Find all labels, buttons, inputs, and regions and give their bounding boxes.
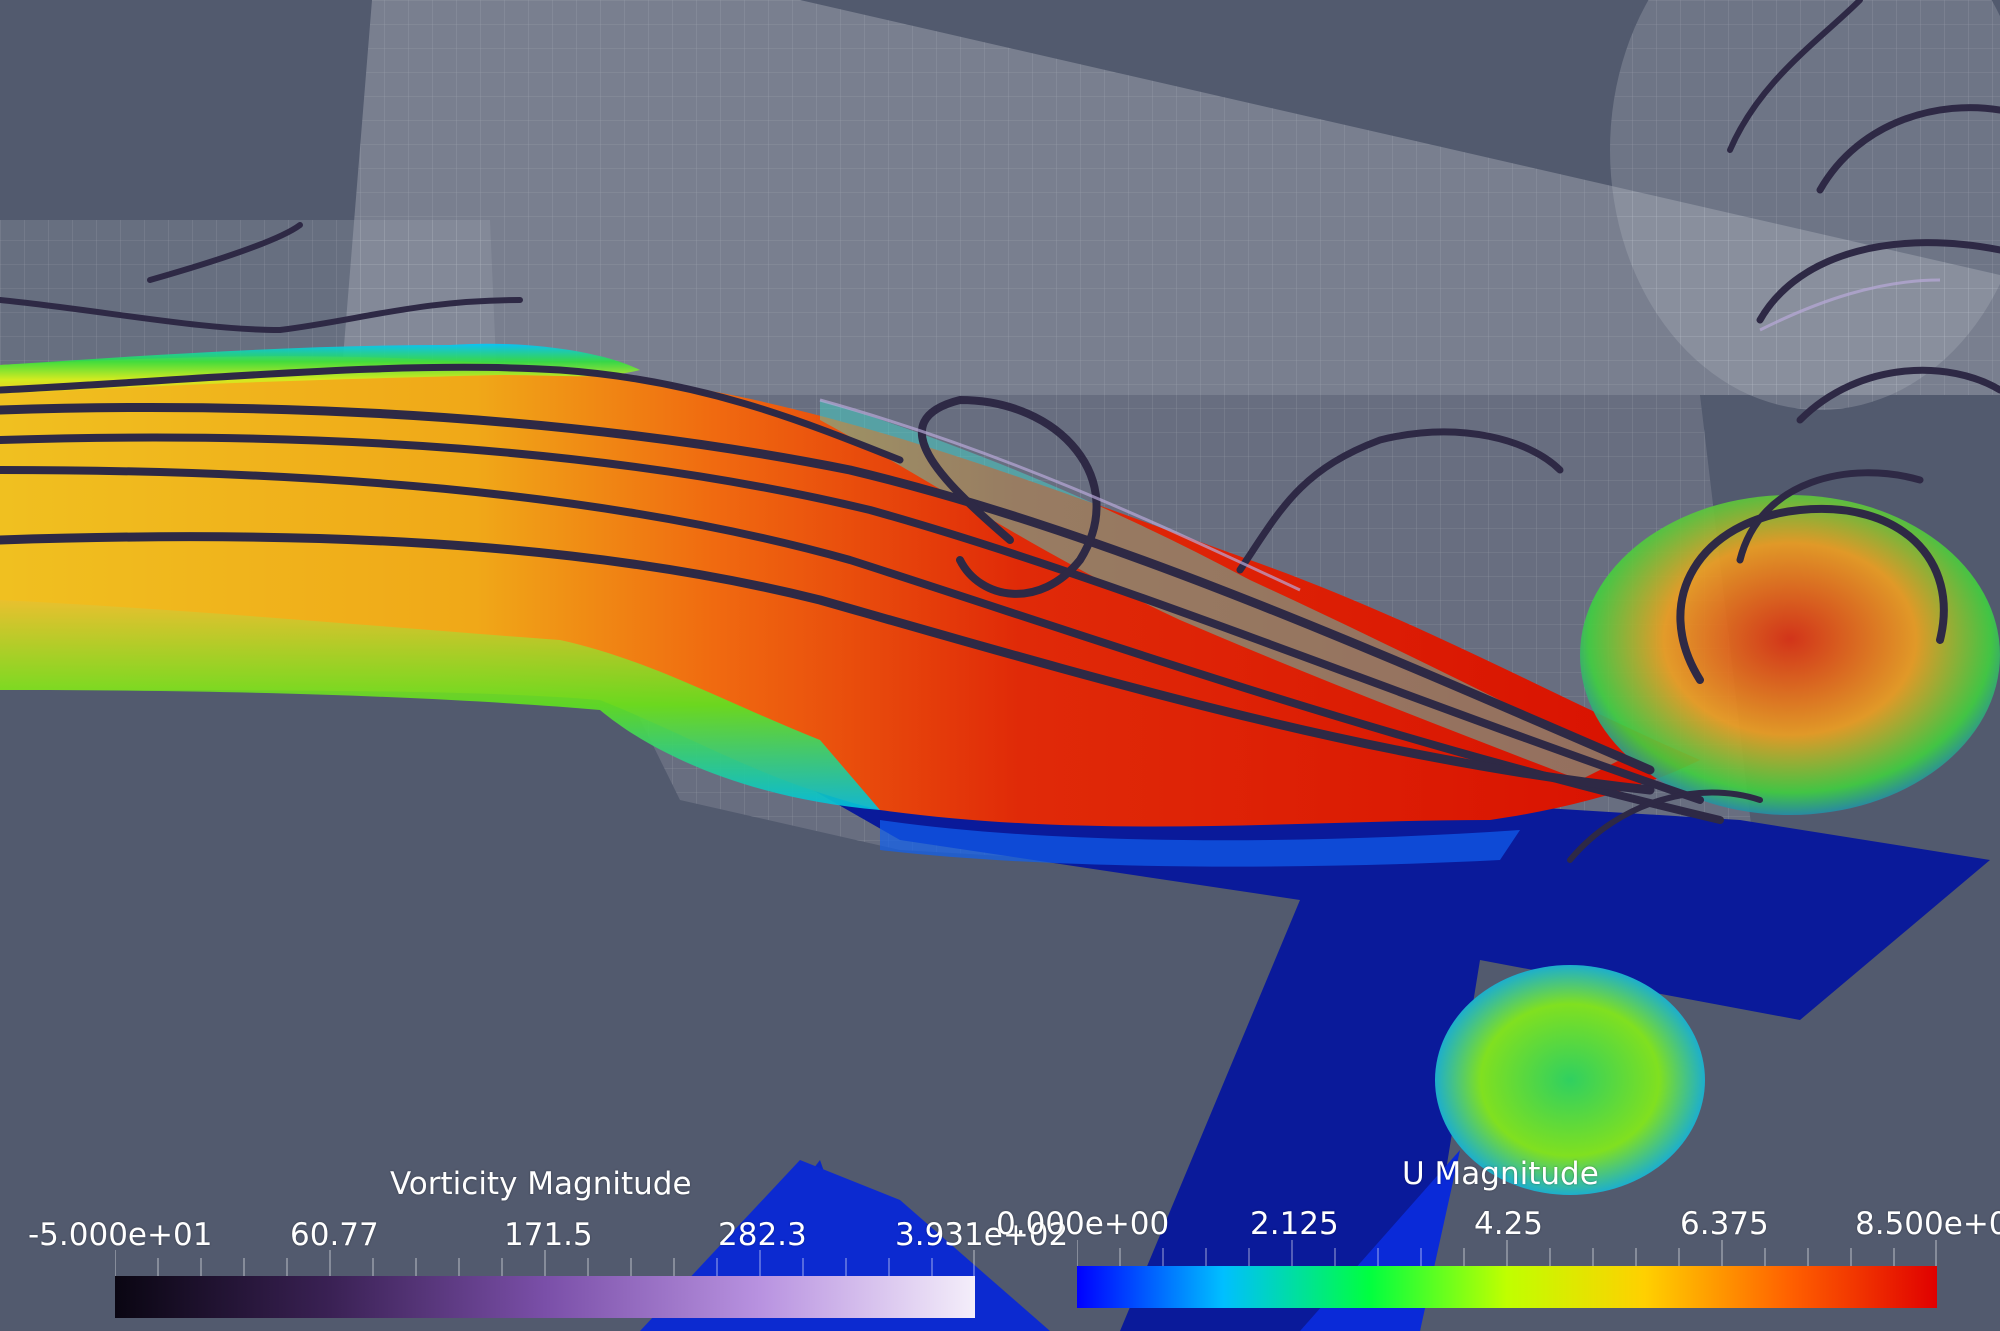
vorticity-tick-label: 282.3 [718, 1217, 807, 1253]
vorticity-legend-title: Vorticity Magnitude [390, 1166, 692, 1202]
u-magnitude-tick-label: 8.500e+00 [1855, 1206, 2000, 1242]
vorticity-tick-label: 171.5 [504, 1217, 593, 1253]
u-magnitude-tick-label: 4.25 [1474, 1206, 1544, 1242]
u-magnitude-tick-label: 6.375 [1680, 1206, 1769, 1242]
vorticity-colorbar [115, 1250, 975, 1318]
u-magnitude-tick-label: 0.000e+00 [996, 1206, 1170, 1242]
vorticity-tick-label: -5.000e+01 [28, 1217, 213, 1253]
render-viewport[interactable]: Vorticity Magnitude -5.000e+01 60.77 171… [0, 0, 2000, 1331]
u-magnitude-colorbar [1077, 1240, 1937, 1308]
vorticity-tick-label: 60.77 [290, 1217, 379, 1253]
u-magnitude-colorbar-ticks [1077, 1240, 1937, 1266]
u-magnitude-tick-label: 2.125 [1250, 1206, 1339, 1242]
flow-visualization-scene[interactable] [0, 0, 2000, 1331]
u-magnitude-legend-title: U Magnitude [1402, 1156, 1599, 1192]
vorticity-colorbar-ticks [115, 1250, 975, 1276]
